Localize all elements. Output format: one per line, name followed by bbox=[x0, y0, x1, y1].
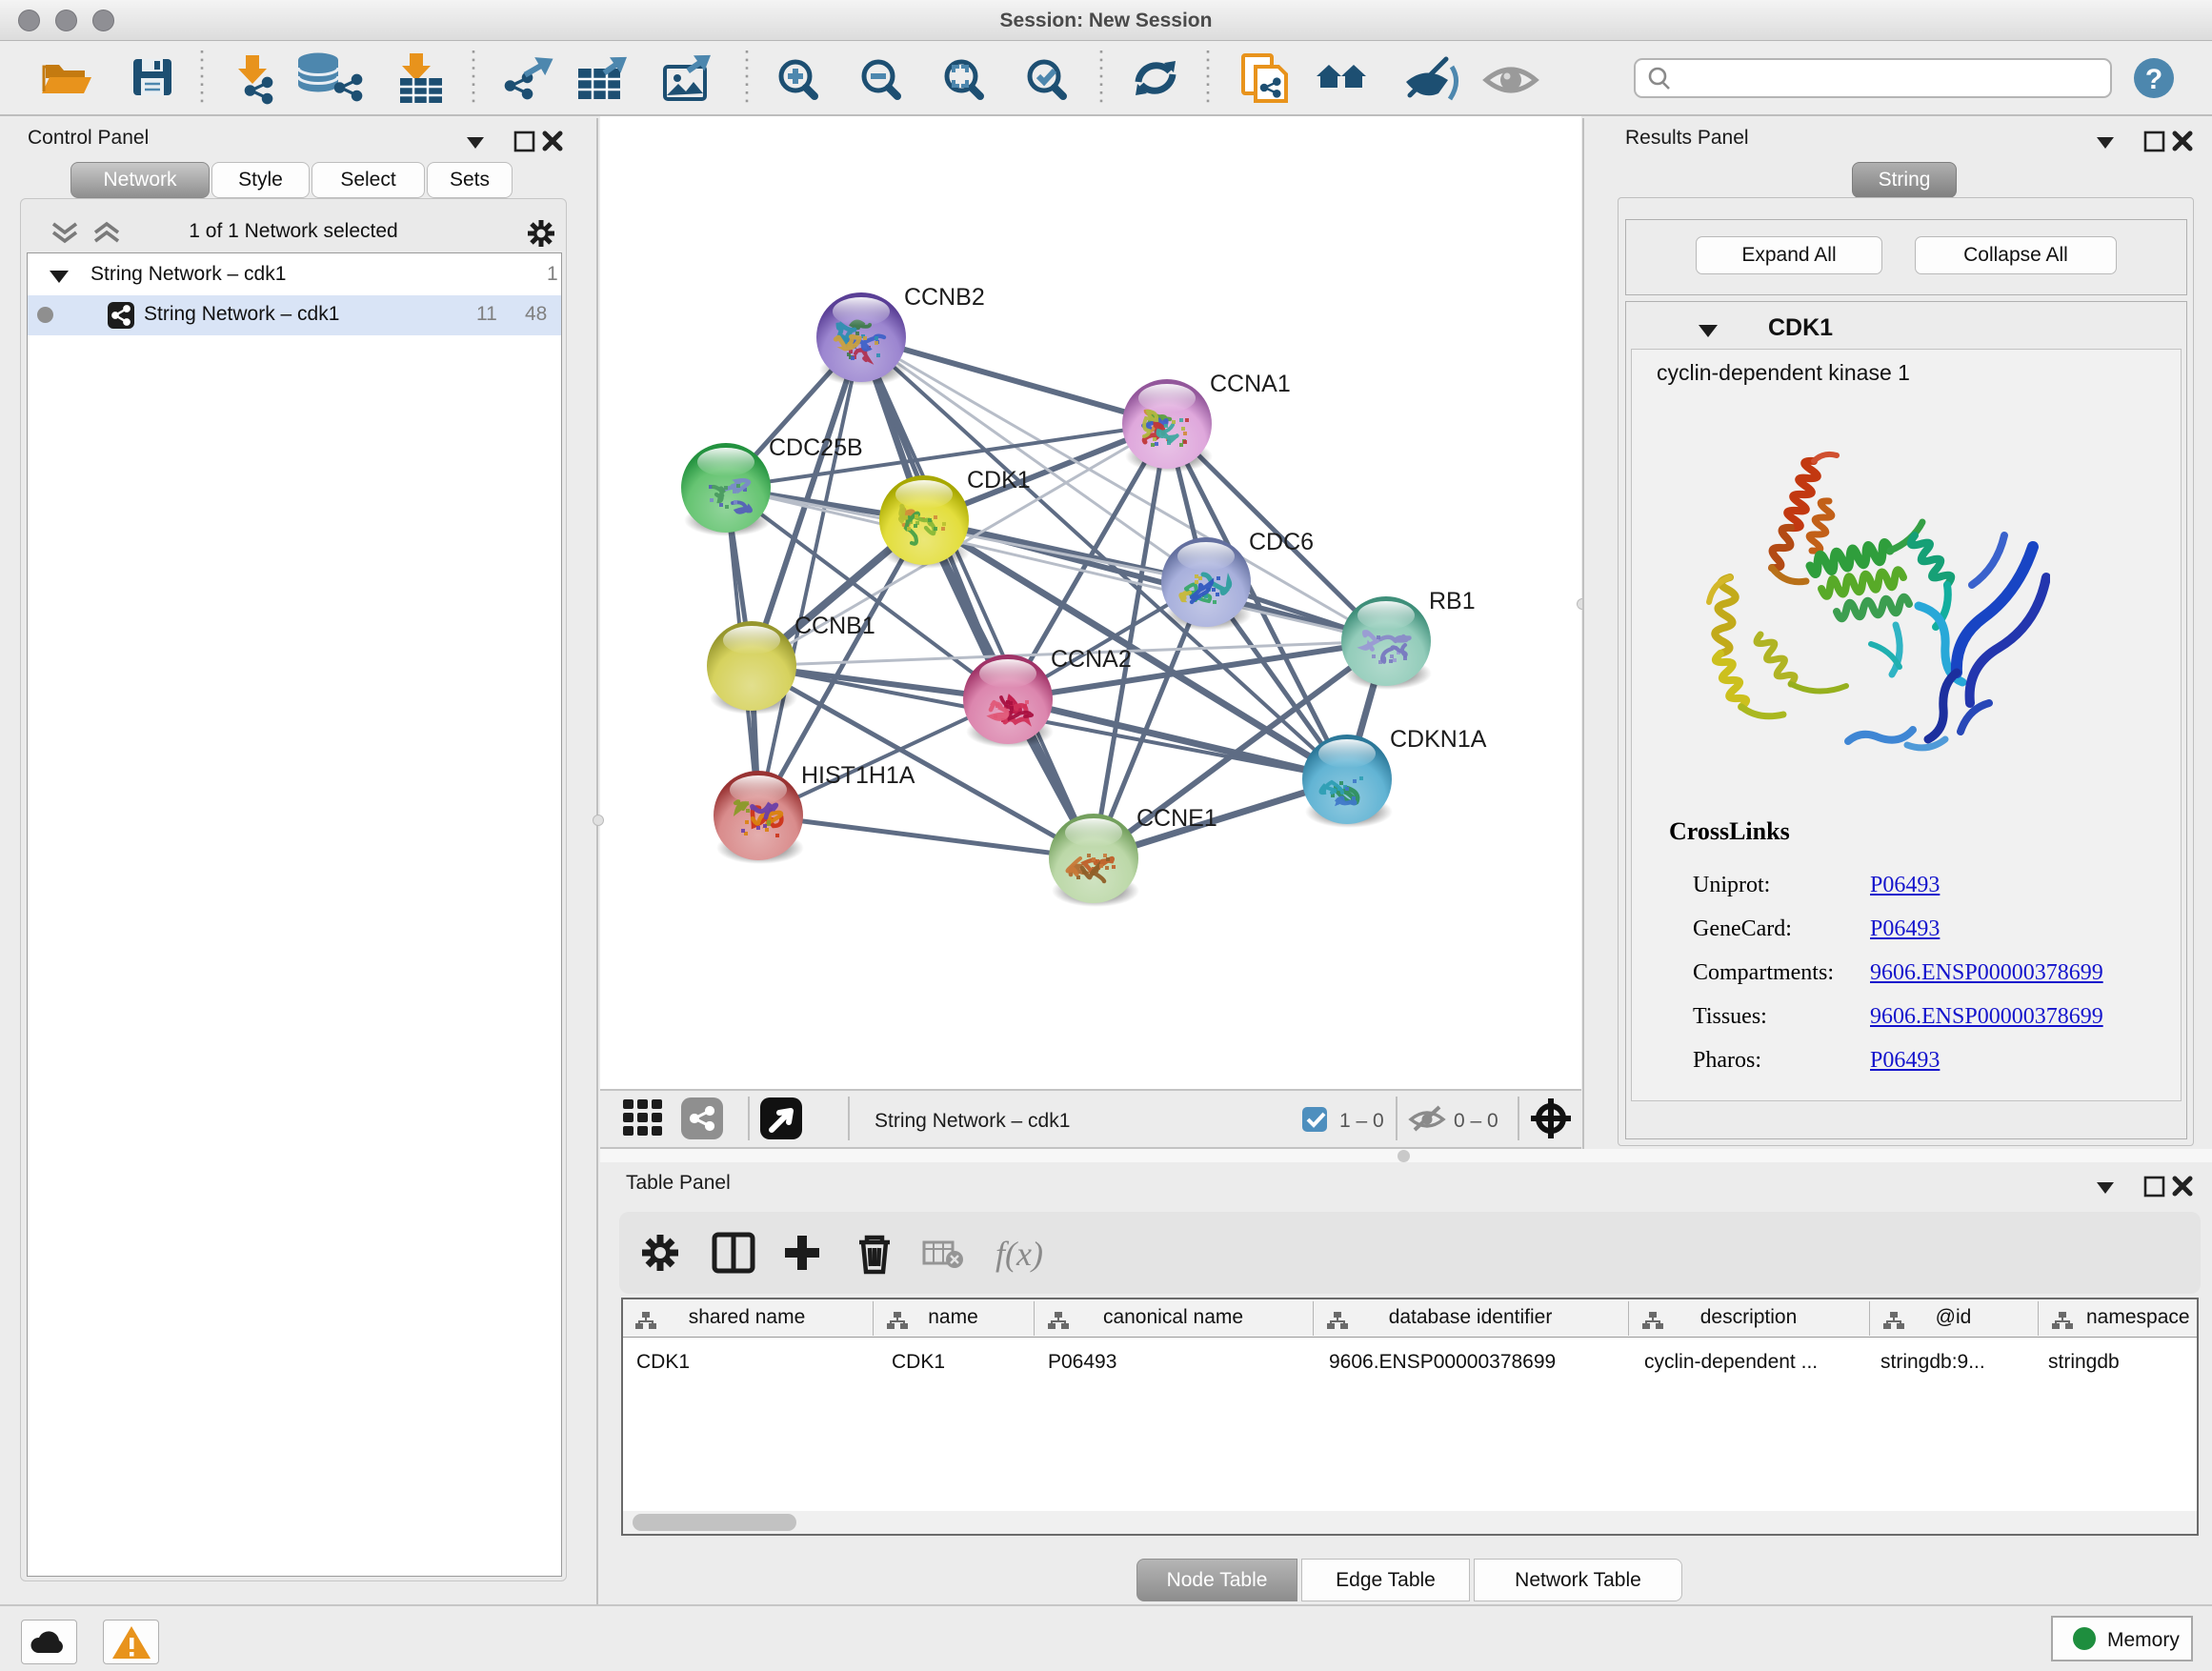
svg-text:CCNA1: CCNA1 bbox=[1210, 371, 1291, 397]
svg-text:HIST1H1A: HIST1H1A bbox=[801, 762, 915, 789]
svg-text:CCNA2: CCNA2 bbox=[1051, 646, 1132, 673]
svg-text:CDKN1A: CDKN1A bbox=[1390, 726, 1487, 753]
svg-text:CDK1: CDK1 bbox=[967, 467, 1031, 493]
svg-text:CCNB1: CCNB1 bbox=[794, 613, 875, 639]
svg-text:0 – 0: 0 – 0 bbox=[1454, 1110, 1498, 1132]
svg-text:CCNE1: CCNE1 bbox=[1136, 805, 1217, 832]
svg-text:1 – 0: 1 – 0 bbox=[1339, 1110, 1384, 1132]
svg-text:CDC6: CDC6 bbox=[1249, 529, 1314, 555]
svg-text:f(x): f(x) bbox=[995, 1235, 1043, 1273]
svg-text:?: ? bbox=[2145, 64, 2162, 95]
svg-text:RB1: RB1 bbox=[1429, 588, 1476, 614]
svg-text:CCNB2: CCNB2 bbox=[904, 284, 985, 311]
svg-text:CDC25B: CDC25B bbox=[769, 434, 863, 461]
svg-text:String Network – cdk1: String Network – cdk1 bbox=[875, 1110, 1070, 1132]
